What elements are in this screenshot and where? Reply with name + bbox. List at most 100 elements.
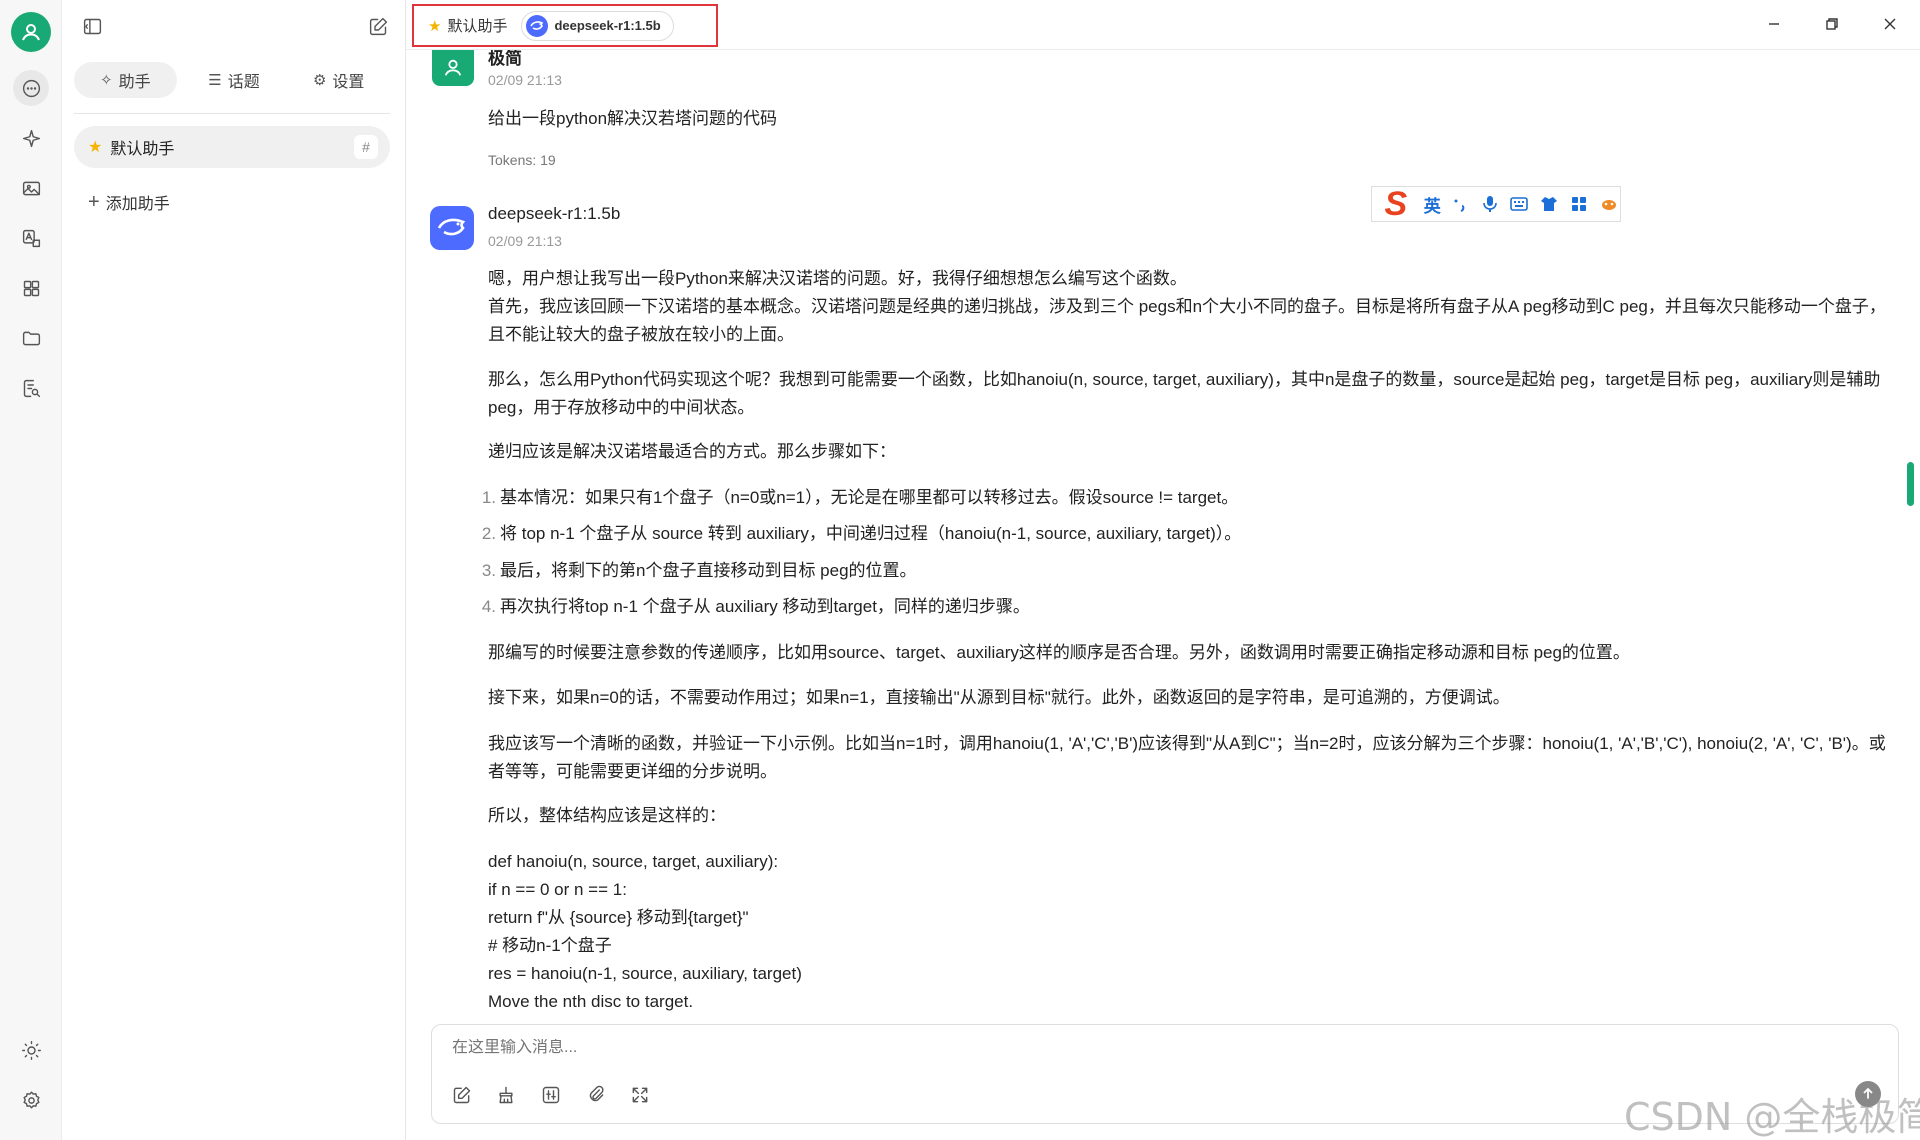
tab-topics-label: 话题: [227, 74, 260, 91]
painting-nav-button[interactable]: [13, 170, 49, 206]
star-icon: ★: [428, 17, 442, 35]
code-line: res = hanoiu(n-1, source, auxiliary, tar…: [488, 964, 802, 983]
hash-tag-button[interactable]: #: [354, 135, 378, 159]
attach-button[interactable]: [582, 1081, 610, 1109]
assistant-message-avatar: [430, 206, 474, 250]
code-line: if n == 0 or n == 1:: [488, 880, 627, 899]
clear-context-button[interactable]: [492, 1081, 520, 1109]
microphone-icon[interactable]: [1479, 193, 1501, 215]
tab-assistants[interactable]: ✧ 助手: [74, 62, 177, 98]
add-assistant-button[interactable]: + 添加助手: [88, 190, 170, 214]
sidebar-item-label: 默认助手: [110, 141, 175, 158]
sogou-logo-icon[interactable]: S: [1376, 185, 1416, 223]
assistant-paragraph-3: 递归应该是解决汉诺塔最适合的方式。那么步骤如下：: [488, 442, 896, 461]
new-topic-tool-button[interactable]: [448, 1081, 476, 1109]
code-line: Move the nth disc to target.: [488, 992, 694, 1011]
add-assistant-label: 添加助手: [105, 196, 170, 213]
close-icon: [1884, 18, 1896, 30]
list-item: 2. 将 top n-1 个盘子从 source 转到 auxiliary，中间递…: [481, 524, 1242, 543]
paperclip-icon: [589, 1085, 604, 1102]
deepseek-whale-icon: [437, 218, 466, 236]
sidebar-tabs: ✧ 助手 ☰ 话题 ⚙ 设置: [74, 62, 390, 114]
message-list: 极简 02/09 21:13 给出一段python解决汉若塔问题的代码 Toke…: [406, 50, 1920, 1020]
toolbox-icon[interactable]: [1568, 193, 1590, 215]
assistant-paragraph-6: 我应该写一个清晰的函数，并验证一下小示例。比如当n=1时，调用hanoiu(1,…: [488, 734, 1886, 781]
list-icon: ☰: [208, 72, 222, 89]
expand-input-button[interactable]: [626, 1081, 654, 1109]
chat-header: ★ 默认助手 deepseek-r1:1.5b: [406, 0, 1920, 50]
image-icon: [22, 181, 40, 195]
model-selector-button[interactable]: deepseek-r1:1.5b: [521, 10, 674, 41]
message-input[interactable]: [452, 1039, 1652, 1057]
theme-toggle-button[interactable]: [13, 1032, 49, 1068]
csdn-watermark: CSDN @全栈极简: [1624, 1095, 1920, 1139]
user-avatar[interactable]: [11, 12, 51, 52]
maximize-button[interactable]: [1818, 12, 1846, 36]
translate-nav-button[interactable]: [13, 220, 49, 256]
app-window: ✧ 助手 ☰ 话题 ⚙ 设置 ★ 默认助手 # + 添加助手 ★ 默认助手 de…: [0, 0, 1920, 1140]
sidebar-panel-icon: [83, 18, 101, 34]
tab-topics[interactable]: ☰ 话题: [183, 62, 286, 98]
model-name: deepseek-r1:1.5b: [554, 18, 661, 33]
chat-bubble-icon: [22, 79, 40, 97]
tab-settings-label: 设置: [332, 74, 365, 91]
sun-icon: [21, 1040, 41, 1060]
tab-settings[interactable]: ⚙ 设置: [287, 62, 390, 98]
folder-icon: [22, 331, 40, 345]
mascot-icon[interactable]: [1598, 193, 1620, 215]
star-icon: ★: [88, 139, 103, 156]
code-line: return f"从 {source} 移动到{target}": [488, 908, 749, 927]
sparkle-icon: [22, 129, 40, 147]
toggle-sidebar-button[interactable]: [79, 13, 105, 39]
settings-nav-button[interactable]: [13, 1082, 49, 1118]
new-topic-button[interactable]: [365, 13, 391, 39]
user-message-tokens: Tokens: 19: [488, 152, 556, 168]
settings-adjust-button[interactable]: [537, 1081, 565, 1109]
close-button[interactable]: [1876, 12, 1904, 36]
chat-nav-button[interactable]: [13, 70, 49, 106]
restore-icon: [1826, 18, 1838, 30]
knowledge-nav-button[interactable]: [13, 370, 49, 406]
plus-icon: +: [88, 191, 100, 213]
current-assistant[interactable]: ★ 默认助手: [428, 15, 507, 36]
assistant-paragraph-intro1: 嗯，用户想让我写出一段Python来解决汉诺塔的问题。好，我得仔细想想怎么编写这…: [488, 269, 1187, 288]
model-selector-highlight: ★ 默认助手 deepseek-r1:1.5b: [412, 4, 718, 47]
assistant-message-name: deepseek-r1:1.5b: [488, 204, 621, 223]
translate-icon: [22, 229, 40, 247]
sparkle-small-icon: ✧: [100, 72, 113, 89]
user-message-time: 02/09 21:13: [488, 72, 562, 88]
assistant-paragraph-2: 那么，怎么用Python代码实现这个呢？我想到可能需要一个函数，比如hanoiu…: [488, 370, 1881, 417]
assistant-paragraph-5: 接下来，如果n=0的话，不需要动作用过；如果n=1，直接输出"从源到目标"就行。…: [488, 688, 1510, 707]
skin-shirt-icon[interactable]: [1538, 193, 1560, 215]
current-assistant-label: 默认助手: [447, 18, 508, 35]
document-search-icon: [23, 379, 40, 397]
keyboard-icon[interactable]: [1509, 193, 1531, 215]
code-line: def hanoiu(n, source, target, auxiliary)…: [488, 852, 779, 871]
user-icon: [444, 59, 462, 76]
gear-small-icon: ⚙: [312, 72, 327, 89]
assistant-paragraph-intro2: 首先，我应该回顾一下汉诺塔的基本概念。汉诺塔问题是经典的递归挑战，涉及到三个 p…: [488, 297, 1886, 344]
list-item: 1. 基本情况：如果只有1个盘子（n=0或n=1），无论是在哪里都可以转移过去。假…: [481, 488, 1239, 507]
ime-mode-toggle[interactable]: 英: [1424, 192, 1441, 217]
assistant-sidebar: ✧ 助手 ☰ 话题 ⚙ 设置 ★ 默认助手 # + 添加助手: [62, 0, 406, 1140]
assistant-message-time: 02/09 21:13: [488, 233, 562, 249]
minimize-icon: [1769, 23, 1779, 25]
punctuation-icon[interactable]: [1449, 193, 1471, 215]
broom-icon: [499, 1086, 513, 1104]
apps-nav-button[interactable]: [13, 270, 49, 306]
minimize-button[interactable]: [1760, 12, 1788, 36]
user-icon: [22, 24, 40, 41]
sidebar-item-default-assistant[interactable]: ★ 默认助手 #: [74, 126, 390, 168]
gear-icon: [22, 1090, 40, 1108]
scrollbar-thumb[interactable]: [1907, 462, 1914, 506]
sliders-icon: [542, 1086, 560, 1104]
files-nav-button[interactable]: [13, 320, 49, 356]
user-message-avatar: [432, 50, 474, 86]
agents-nav-button[interactable]: [13, 120, 49, 156]
tab-assistants-label: 助手: [118, 74, 151, 91]
list-item: 4. 再次执行将top n-1 个盘子从 auxiliary 移动到target，…: [481, 597, 1030, 616]
assistant-paragraph-4: 那编写的时候要注意参数的传递顺序，比如用source、target、auxili…: [488, 643, 1630, 662]
edit-icon: [453, 1086, 471, 1104]
edit-icon: [369, 17, 387, 35]
assistant-paragraph-7: 所以，整体结构应该是这样的：: [488, 806, 726, 825]
